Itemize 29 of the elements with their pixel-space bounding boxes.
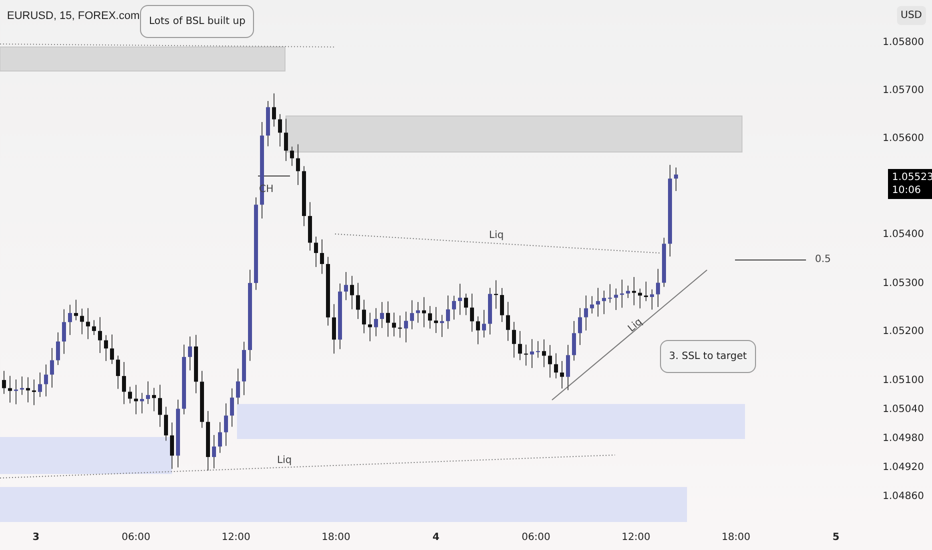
time-tick-label: 18:00 <box>322 531 350 545</box>
price-tick-label: 1.05200 <box>882 325 924 339</box>
price-tick-label: 1.04860 <box>882 490 924 504</box>
price-tick-label: 1.04920 <box>882 461 924 475</box>
price-tick-label: 1.05400 <box>882 228 924 242</box>
callout-note: 3. SSL to target <box>660 340 756 373</box>
time-tick-label: 18:00 <box>722 531 750 545</box>
time-tick-label: 06:00 <box>522 531 550 545</box>
chart-label: 0.5 <box>815 253 831 267</box>
callout-note: Lots of BSL built up <box>140 5 254 38</box>
currency-label: USD <box>896 6 926 25</box>
price-tick-label: 1.05300 <box>882 277 924 291</box>
price-tick-label: 1.05700 <box>882 84 924 98</box>
time-tick-label: 4 <box>432 531 440 545</box>
time-tick-label: 5 <box>832 531 840 545</box>
price-tick-label: 1.05600 <box>882 132 924 146</box>
bar-countdown: 10:06 <box>892 184 922 197</box>
price-tick-label: 1.05800 <box>882 36 924 50</box>
price-tick-label: 1.04980 <box>882 432 924 446</box>
time-tick-label: 06:00 <box>122 531 150 545</box>
chart-label: Liq <box>277 454 292 468</box>
time-tick-label: 12:00 <box>222 531 250 545</box>
time-tick-label: 12:00 <box>622 531 650 545</box>
chart-legend: EURUSD, 15, FOREX.com <box>7 8 140 24</box>
price-tick-label: 1.05100 <box>882 374 924 388</box>
chart-label: Liq <box>625 316 646 336</box>
time-tick-label: 3 <box>32 531 40 545</box>
chart-label: Liq <box>489 229 504 243</box>
price-tick-label: 1.05040 <box>882 403 924 417</box>
